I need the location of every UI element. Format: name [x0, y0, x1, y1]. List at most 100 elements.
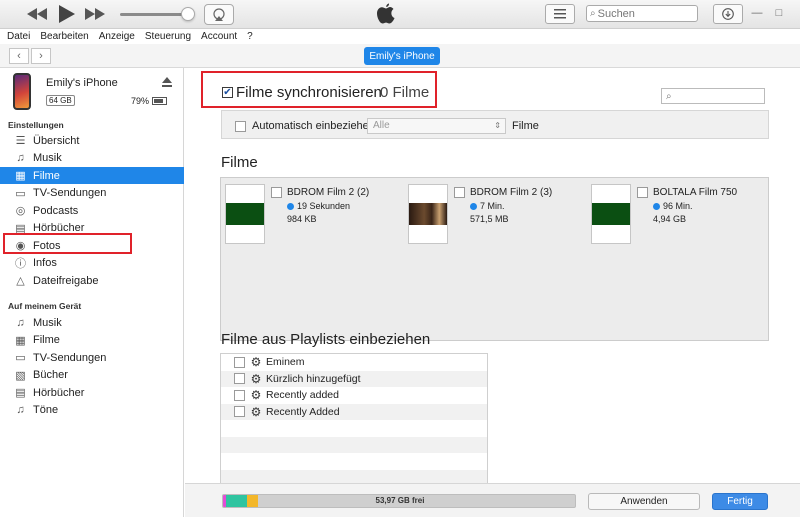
battery-percent: 79% — [131, 96, 150, 106]
search-placeholder: Suchen — [597, 7, 635, 20]
sidebar-item-device-tones[interactable]: ♫ Töne — [0, 402, 184, 419]
tv-icon: ▭ — [15, 352, 26, 364]
sidebar-item-label: Filme — [33, 169, 60, 182]
film-size: 984 KB — [287, 214, 317, 224]
volume-slider[interactable] — [120, 13, 190, 16]
apply-button[interactable]: Anwenden — [588, 493, 700, 510]
sidebar-item-device-tv-shows[interactable]: ▭ TV-Sendungen — [0, 349, 184, 366]
sidebar-item-device-audiobooks[interactable]: ▤ Hörbücher — [0, 384, 184, 401]
menu-account[interactable]: Account — [201, 30, 237, 44]
film-icon: ▦ — [15, 170, 26, 182]
film-duration-text: 7 Min. — [480, 201, 505, 211]
film-item[interactable]: BOLTALA Film 750 96 Min. 4,94 GB — [587, 182, 757, 246]
film-thumbnail — [408, 184, 448, 244]
film-item[interactable]: BDROM Film 2 (2) 19 Sekunden 984 KB — [221, 182, 391, 246]
music-note-icon: ♫ — [16, 152, 25, 164]
bottom-bar: 53,97 GB frei Anwenden Fertig — [185, 483, 800, 517]
sidebar-item-device-music[interactable]: ♫ Musik — [0, 314, 184, 331]
sidebar-item-info[interactable]: ⓘ Infos — [0, 255, 184, 272]
sidebar-item-music[interactable]: ♫ Musik — [0, 150, 184, 167]
playlist-item[interactable]: ⚙ Eminem — [221, 354, 487, 371]
auto-include-label: Automatisch einbeziehen — [252, 120, 375, 132]
airplay-icon[interactable] — [204, 4, 234, 25]
playlist-label: Recently added — [266, 389, 339, 402]
search-input[interactable]: ⌕ Suchen — [586, 5, 698, 22]
volume-knob[interactable] — [181, 7, 195, 21]
on-device-section-title: Auf meinem Gerät — [8, 301, 82, 311]
sidebar-item-label: Töne — [33, 404, 59, 416]
audiobook-icon: ▤ — [15, 387, 26, 399]
sidebar-item-device-movies[interactable]: ▦ Filme — [0, 332, 184, 349]
sidebar-item-tv-shows[interactable]: ▭ TV-Sendungen — [0, 185, 184, 202]
film-checkbox[interactable] — [637, 187, 648, 198]
rewind-icon[interactable] — [26, 5, 48, 23]
sidebar-item-label: Übersicht — [33, 134, 80, 147]
playlist-label: Eminem — [266, 356, 305, 369]
sidebar-item-movies[interactable]: ▦ Filme — [0, 167, 184, 184]
playlist-empty-row — [221, 420, 487, 437]
player-toolbar: ⌕ Suchen — □ — [0, 0, 800, 29]
sidebar-item-label: Dateifreigabe — [33, 274, 99, 287]
sidebar: Emily's iPhone 64 GB 79% Einstellungen ☰… — [0, 68, 184, 517]
film-checkbox[interactable] — [454, 187, 465, 198]
sidebar-item-podcasts[interactable]: ◎ Podcasts — [0, 202, 184, 219]
forward-arrow-icon[interactable]: › — [31, 48, 51, 64]
playlist-label: Recently Added — [266, 405, 340, 418]
info-icon: ⓘ — [15, 258, 26, 270]
menu-datei[interactable]: Datei — [7, 30, 30, 44]
device-button[interactable]: Emily's iPhone — [364, 47, 440, 65]
playlist-empty-row — [221, 436, 487, 453]
settings-section-title: Einstellungen — [8, 120, 64, 130]
playlist-checkbox[interactable] — [234, 356, 245, 368]
film-checkbox[interactable] — [271, 187, 282, 198]
play-icon[interactable] — [56, 3, 78, 25]
playlist-item[interactable]: ⚙ Kürzlich hinzugefügt — [221, 370, 487, 387]
menu-help[interactable]: ? — [247, 30, 253, 44]
sidebar-item-summary[interactable]: ☰ Übersicht — [0, 132, 184, 149]
gear-icon: ⚙ — [250, 388, 262, 403]
device-header[interactable]: Emily's iPhone 64 GB 79% — [0, 68, 184, 116]
done-button[interactable]: Fertig — [712, 493, 768, 510]
film-poster-image — [409, 203, 447, 225]
sync-count: 0 Filme — [380, 84, 430, 101]
playlist-checkbox[interactable] — [234, 373, 245, 385]
playlist-item[interactable]: ⚙ Recently added — [221, 387, 487, 404]
book-icon: ▧ — [15, 369, 26, 382]
sidebar-item-device-books[interactable]: ▧ Bücher — [0, 367, 184, 384]
playlist-checkbox[interactable] — [234, 389, 245, 401]
sync-movies-checkbox[interactable]: ✔ — [222, 87, 233, 98]
device-name: Emily's iPhone — [46, 77, 118, 89]
list-view-icon[interactable] — [545, 4, 575, 24]
film-title: BDROM Film 2 (3) — [470, 187, 553, 198]
maximize-icon[interactable]: □ — [772, 6, 786, 20]
menu-anzeige[interactable]: Anzeige — [99, 30, 135, 44]
film-title: BDROM Film 2 (2) — [287, 187, 370, 198]
sidebar-item-file-sharing[interactable]: △ Dateifreigabe — [0, 272, 184, 289]
film-duration: 96 Min. — [653, 201, 693, 211]
gear-icon: ⚙ — [250, 371, 262, 386]
playlist-item[interactable]: ⚙ Recently Added — [221, 403, 487, 420]
film-item[interactable]: BDROM Film 2 (3) 7 Min. 571,5 MB — [404, 182, 574, 246]
auto-include-checkbox[interactable] — [235, 121, 246, 132]
unwatched-dot-icon — [470, 202, 477, 210]
eject-icon[interactable] — [161, 76, 173, 88]
sync-title: Filme synchronisieren — [236, 84, 382, 101]
minimize-icon[interactable]: — — [750, 6, 764, 20]
menu-steuerung[interactable]: Steuerung — [145, 30, 191, 44]
auto-include-panel: Automatisch einbeziehen Alle ⇕ Filme — [221, 110, 769, 139]
playlist-checkbox[interactable] — [234, 406, 245, 418]
movies-search-input[interactable]: ⌕ — [661, 88, 765, 104]
sidebar-item-label: TV-Sendungen — [33, 351, 107, 364]
sidebar-item-label: Infos — [33, 257, 57, 269]
download-icon[interactable] — [713, 4, 743, 24]
menu-bar: Datei Bearbeiten Anzeige Steuerung Accou… — [0, 30, 800, 44]
menu-bearbeiten[interactable]: Bearbeiten — [40, 30, 88, 44]
music-note-icon: ♫ — [16, 316, 25, 329]
search-icon: ⌕ — [590, 8, 596, 19]
sidebar-item-label: Musik — [33, 316, 62, 329]
fast-forward-icon[interactable] — [84, 5, 106, 23]
back-arrow-icon[interactable]: ‹ — [9, 48, 29, 64]
auto-include-select[interactable]: Alle ⇕ — [367, 118, 506, 134]
auto-include-select-value: Alle — [373, 120, 390, 131]
tv-icon: ▭ — [15, 187, 26, 200]
